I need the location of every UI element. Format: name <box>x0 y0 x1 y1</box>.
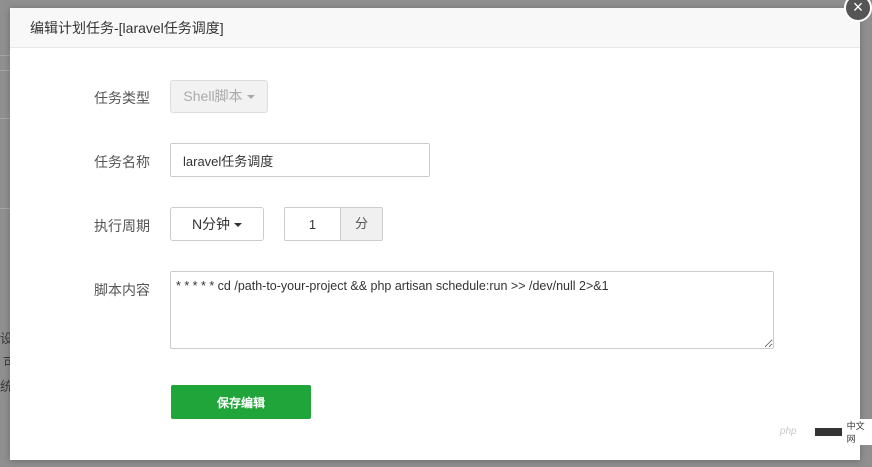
watermark-suffix: 中文网 <box>845 419 872 445</box>
period-label: 执行周期 <box>94 218 150 234</box>
period-type-select[interactable]: N分钟 <box>170 207 264 241</box>
background-divider <box>0 118 10 119</box>
save-edit-button[interactable]: 保存编辑 <box>171 385 311 419</box>
background-divider <box>0 70 10 71</box>
task-name-input[interactable] <box>170 143 430 177</box>
watermark-logo: php <box>772 425 805 439</box>
dialog-title: 编辑计划任务-[laravel任务调度] <box>10 8 860 48</box>
period-type-value: N分钟 <box>191 216 231 232</box>
chevron-down-icon <box>234 223 243 228</box>
watermark-bar <box>814 428 842 436</box>
script-content-label: 脚本内容 <box>94 282 150 298</box>
watermark: php 中文网 <box>772 419 872 445</box>
chevron-down-icon <box>246 95 255 100</box>
edit-task-dialog: 编辑计划任务-[laravel任务调度] 任务类型 Shell脚本 任务名称 执… <box>10 8 860 460</box>
task-name-label: 任务名称 <box>94 154 150 170</box>
period-unit-addon: 分 <box>340 207 383 241</box>
script-content-textarea[interactable]: * * * * * cd /path-to-your-project && ph… <box>170 271 774 349</box>
task-type-select: Shell脚本 <box>170 80 268 113</box>
period-number-group: 分 <box>284 207 383 241</box>
background-divider <box>0 208 10 209</box>
period-number-input[interactable] <box>284 207 340 241</box>
task-type-value: Shell脚本 <box>183 88 243 104</box>
task-type-label: 任务类型 <box>94 90 150 106</box>
background-divider <box>0 55 10 56</box>
